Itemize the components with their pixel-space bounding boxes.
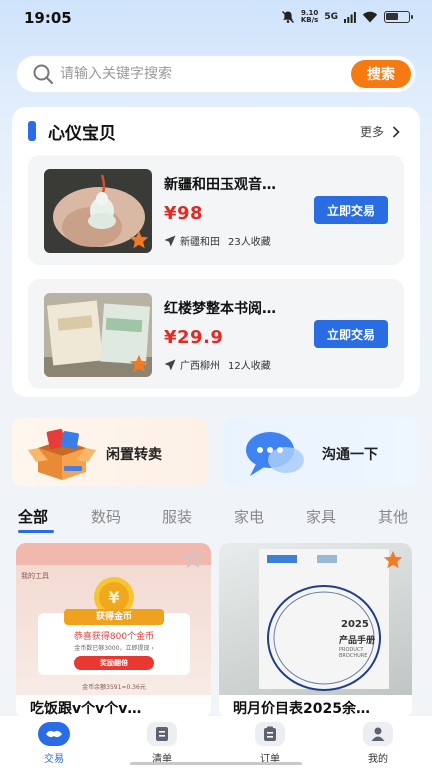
banner-sub: 金币数已够3000，立即提现 › bbox=[74, 645, 154, 652]
feed-card[interactable]: 2025 产品手册 PRODUCT BROCHURE 明月价目表2025余… bbox=[219, 543, 412, 718]
banner-reward-button[interactable]: 奖励翻倍 bbox=[74, 656, 154, 670]
banner-header: 我的工具 bbox=[21, 572, 49, 580]
star-icon bbox=[129, 230, 149, 249]
signal-icon bbox=[344, 11, 356, 23]
product-favorites: 23人收藏 bbox=[228, 237, 271, 248]
product-price: ¥98 bbox=[164, 203, 204, 224]
nav-profile-label: 我的 bbox=[368, 754, 388, 765]
chat-label: 沟通一下 bbox=[322, 447, 378, 463]
product-meta: 广西柳州 12人收藏 bbox=[164, 357, 271, 372]
more-link[interactable]: 更多 bbox=[360, 123, 400, 140]
chevron-right-icon bbox=[392, 125, 400, 138]
star-outline-icon[interactable] bbox=[183, 549, 203, 569]
tab-furniture[interactable]: 家具 bbox=[306, 506, 336, 527]
favorites-section: 心仪宝贝 更多 新疆和田玉观音… ¥98 立即交易 新疆和田 23人收藏 红楼梦… bbox=[12, 107, 420, 397]
battery-icon bbox=[384, 11, 413, 23]
tab-other[interactable]: 其他 bbox=[378, 506, 408, 527]
resale-label: 闲置转卖 bbox=[106, 447, 162, 463]
banner-text: 恭喜获得800个金币 bbox=[73, 632, 155, 642]
banner-button-label: 奖励翻倍 bbox=[100, 659, 128, 667]
star-icon bbox=[129, 354, 149, 373]
search-icon bbox=[33, 64, 54, 85]
product-image bbox=[44, 169, 152, 253]
section-accent-bar bbox=[28, 121, 36, 141]
product-meta: 新疆和田 23人收藏 bbox=[164, 233, 271, 248]
network-speed: 9.10 KB/s bbox=[301, 10, 318, 24]
trade-now-button[interactable]: 立即交易 bbox=[314, 196, 388, 224]
status-time: 19:05 bbox=[24, 9, 72, 27]
box-icon bbox=[28, 428, 96, 480]
feed-image: 我的工具 ¥ 获得金币 恭喜获得800个金币 金币数已够3000，立即提现 › … bbox=[16, 543, 211, 695]
list-icon bbox=[147, 722, 177, 746]
nav-orders[interactable]: 订单 bbox=[240, 722, 300, 765]
svg-text:¥: ¥ bbox=[108, 588, 119, 607]
resale-entry[interactable]: 闲置转卖 bbox=[12, 418, 208, 486]
nav-trade-label: 交易 bbox=[44, 754, 64, 765]
product-title: 新疆和田玉观音… bbox=[164, 177, 276, 193]
status-bar: 19:05 9.10 KB/s 5G bbox=[0, 0, 432, 36]
product-location: 新疆和田 bbox=[180, 237, 220, 248]
location-arrow-icon bbox=[164, 359, 176, 370]
product-card[interactable]: 新疆和田玉观音… ¥98 立即交易 新疆和田 23人收藏 bbox=[28, 155, 404, 265]
user-icon bbox=[363, 722, 393, 746]
tab-all[interactable]: 全部 bbox=[18, 506, 48, 527]
order-icon bbox=[255, 722, 285, 746]
mute-bell-icon bbox=[281, 11, 294, 23]
product-price: ¥29.9 bbox=[164, 327, 224, 348]
nav-profile[interactable]: 我的 bbox=[348, 722, 408, 765]
feed-title: 吃饭跟v个v个v… bbox=[30, 701, 142, 717]
location-arrow-icon bbox=[164, 235, 176, 246]
feed-card[interactable]: 我的工具 ¥ 获得金币 恭喜获得800个金币 金币数已够3000，立即提现 › … bbox=[16, 543, 211, 718]
tab-digital[interactable]: 数码 bbox=[91, 506, 121, 527]
chat-entry[interactable]: 沟通一下 bbox=[224, 418, 420, 486]
status-icons: 9.10 KB/s 5G bbox=[281, 10, 413, 24]
tab-appliances[interactable]: 家电 bbox=[234, 506, 264, 527]
banner-title: 获得金币 bbox=[64, 609, 164, 625]
tab-clothing[interactable]: 服装 bbox=[162, 506, 192, 527]
product-title: 红楼梦整本书阅… bbox=[164, 301, 276, 317]
product-image bbox=[44, 293, 152, 377]
chat-bubble-icon bbox=[246, 432, 304, 476]
brochure-year: 2025 bbox=[341, 619, 369, 630]
network-type: 5G bbox=[324, 12, 338, 22]
more-label: 更多 bbox=[359, 125, 384, 139]
network-speed-unit: KB/s bbox=[300, 16, 319, 24]
search-input[interactable] bbox=[60, 66, 330, 82]
star-icon[interactable] bbox=[382, 549, 404, 571]
brochure-subtitle: PRODUCT BROCHURE bbox=[339, 647, 368, 659]
nav-list[interactable]: 清单 bbox=[132, 722, 192, 765]
banner-footer: 金币余额3591≈0.36元 bbox=[82, 684, 146, 691]
category-tabs: 全部 数码 服装 家电 家具 其他 bbox=[0, 506, 432, 536]
product-location: 广西柳州 bbox=[180, 361, 220, 372]
brochure-title: 产品手册 bbox=[339, 636, 376, 646]
feed-title: 明月价目表2025余… bbox=[233, 701, 370, 717]
product-card[interactable]: 红楼梦整本书阅… ¥29.9 立即交易 广西柳州 12人收藏 bbox=[28, 279, 404, 389]
active-tab-underline bbox=[18, 530, 54, 533]
trade-now-button[interactable]: 立即交易 bbox=[314, 320, 388, 348]
search-button[interactable]: 搜索 bbox=[351, 60, 411, 88]
nav-trade[interactable]: 交易 bbox=[24, 722, 84, 765]
product-favorites: 12人收藏 bbox=[228, 361, 271, 372]
wifi-icon bbox=[362, 11, 378, 23]
section-title: 心仪宝贝 bbox=[48, 124, 116, 144]
search-bar: 搜索 bbox=[16, 55, 416, 93]
handshake-icon bbox=[38, 722, 70, 746]
bottom-nav: 交易 清单 订单 我的 bbox=[0, 716, 432, 768]
home-indicator bbox=[130, 762, 302, 765]
